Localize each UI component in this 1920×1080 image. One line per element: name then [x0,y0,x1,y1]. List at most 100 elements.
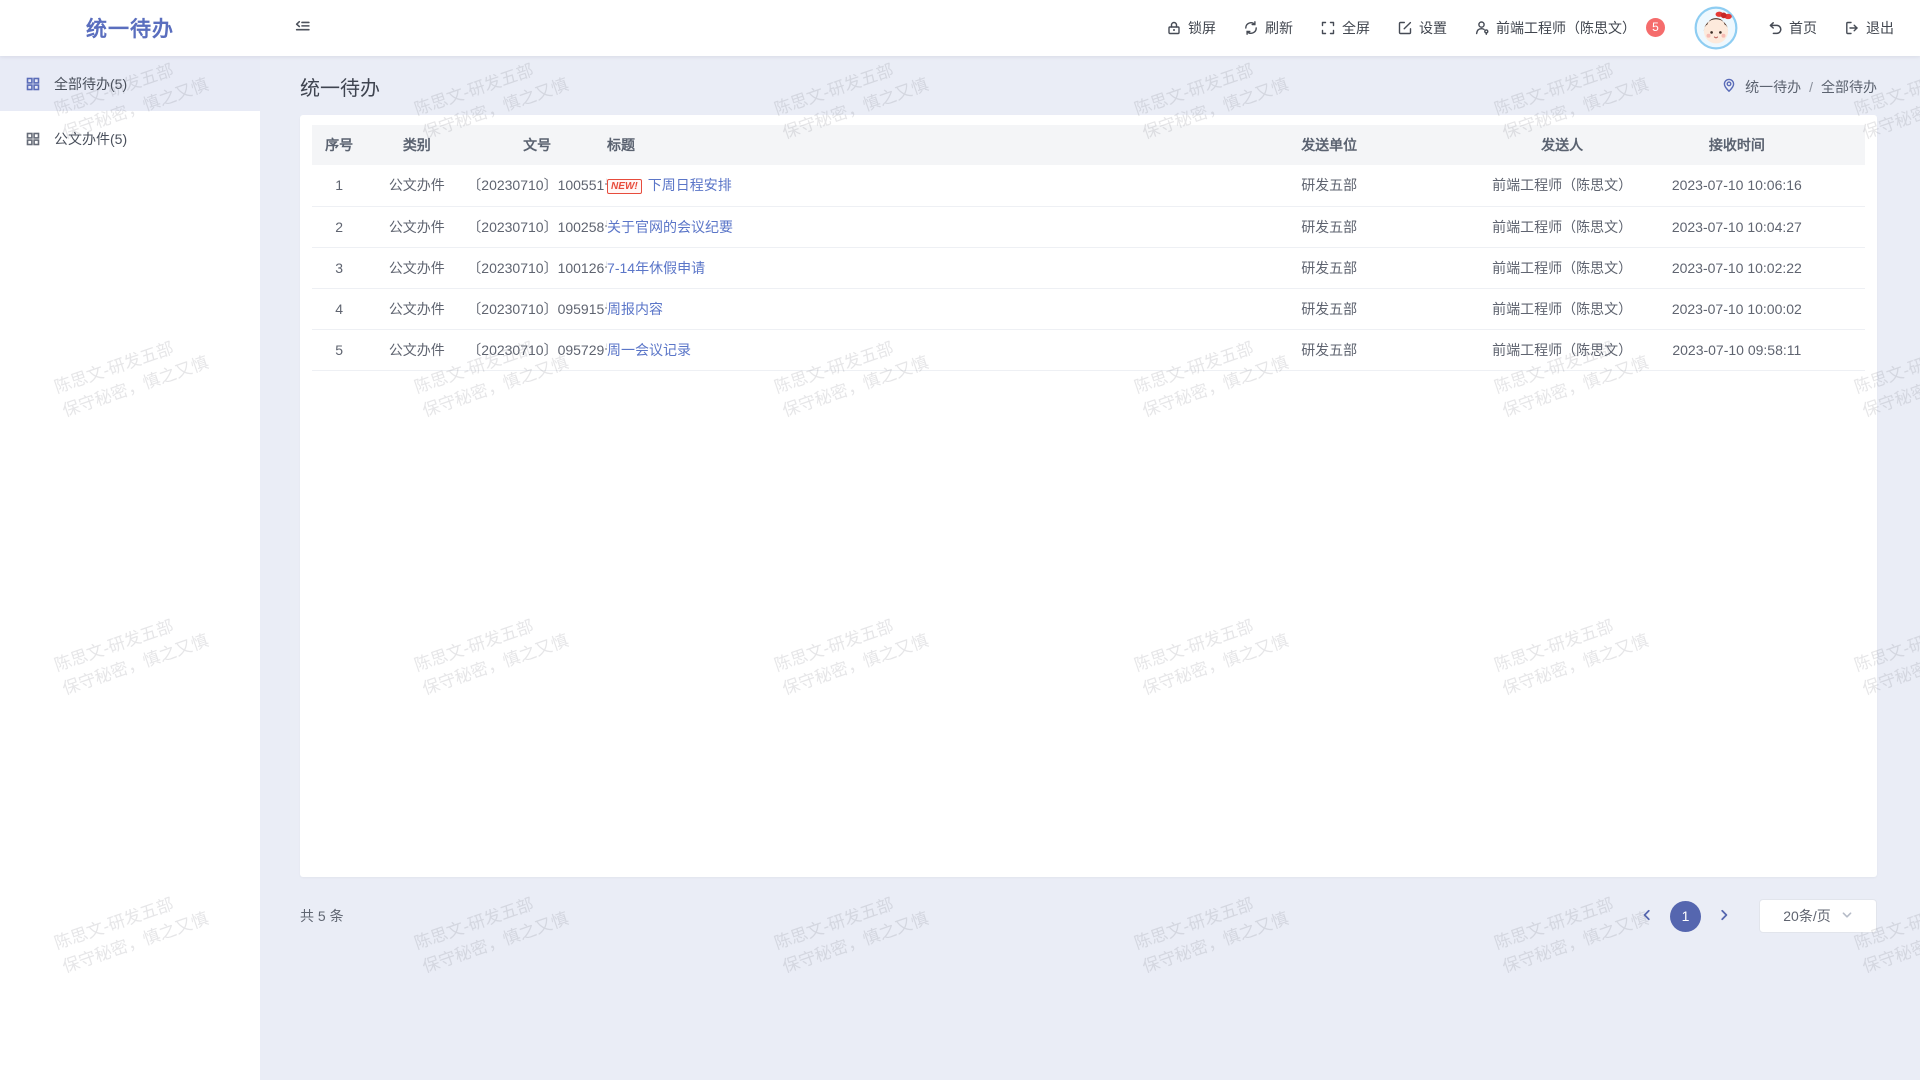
table-row: 2 公文办件 〔20230710〕100258号 关于官网的会议纪要 研发五部 … [312,206,1865,247]
cell-title: 周报内容 [607,288,1197,329]
cell-category: 公文办件 [366,329,467,370]
cell-sender: 前端工程师（陈思文） [1461,206,1663,247]
user-name: 前端工程师（陈思文） [1496,18,1636,38]
lock-screen-button[interactable]: 锁屏 [1166,18,1216,38]
doc-title-link[interactable]: 关于官网的会议纪要 [607,219,733,235]
main-area: 全部待办(5) 公文办件(5) 统一待办 [0,56,1920,1080]
col-sender: 发送人 [1461,125,1663,165]
sidebar-item-all-todos[interactable]: 全部待办(5) [0,56,260,111]
prev-page-button[interactable] [1636,904,1658,929]
cell-no: 2 [312,206,366,247]
menu-fold-icon [294,18,311,38]
sidebar-collapse-button[interactable] [290,14,315,42]
cell-spacer [1811,206,1865,247]
table-row: 3 公文办件 〔20230710〕100126号 7-14年休假申请 研发五部 … [312,247,1865,288]
table-header-row: 序号 类别 文号 标题 发送单位 发送人 接收时间 [312,125,1865,165]
logo: 统一待办 [0,13,260,43]
settings-edit-icon [1397,20,1413,36]
logout-icon [1844,20,1860,36]
doc-title-link[interactable]: 周一会议记录 [607,342,691,358]
refresh-icon [1243,20,1259,36]
sidebar-item-label: 全部待办(5) [54,74,127,94]
cell-title: 周一会议记录 [607,329,1197,370]
breadcrumb-separator: / [1809,79,1813,95]
doc-title-link[interactable]: 7-14年休假申请 [607,260,705,276]
cell-sender: 前端工程师（陈思文） [1461,329,1663,370]
cell-unit: 研发五部 [1197,165,1461,206]
cell-unit: 研发五部 [1197,206,1461,247]
content: 统一待办 统一待办 / 全部待办 [260,56,1920,1080]
avatar[interactable] [1694,6,1738,50]
grid-icon [25,131,41,147]
total-count: 共 5 条 [300,906,344,926]
todo-table: 序号 类别 文号 标题 发送单位 发送人 接收时间 1 公文办件 〔202307… [312,125,1865,371]
col-unit: 发送单位 [1197,125,1461,165]
fullscreen-button[interactable]: 全屏 [1320,18,1370,38]
sidebar-item-label: 公文办件(5) [54,129,127,149]
cell-doc-no: 〔20230710〕100551号 [467,165,607,206]
col-title: 标题 [607,125,1197,165]
cell-title: 关于官网的会议纪要 [607,206,1197,247]
cell-doc-no: 〔20230710〕100258号 [467,206,607,247]
home-label: 首页 [1789,18,1817,38]
todo-count-badge: 5 [1646,18,1665,37]
cell-spacer [1811,329,1865,370]
fullscreen-icon [1320,20,1336,36]
cell-doc-no: 〔20230710〕095729号 [467,329,607,370]
lock-screen-label: 锁屏 [1188,18,1216,38]
logout-button[interactable]: 退出 [1844,18,1894,38]
table-row: 1 公文办件 〔20230710〕100551号 NEW!下周日程安排 研发五部… [312,165,1865,206]
sidebar: 全部待办(5) 公文办件(5) [0,56,260,1080]
cell-unit: 研发五部 [1197,288,1461,329]
page-size-select[interactable]: 20条/页 [1759,899,1877,933]
cell-spacer [1811,165,1865,206]
cell-spacer [1811,247,1865,288]
doc-title-link[interactable]: 下周日程安排 [648,177,732,193]
cell-spacer [1811,288,1865,329]
settings-button[interactable]: 设置 [1397,18,1447,38]
cell-time: 2023-07-10 10:00:02 [1663,288,1811,329]
cell-category: 公文办件 [366,247,467,288]
col-no: 序号 [312,125,366,165]
user-menu[interactable]: 前端工程师（陈思文） 5 [1474,18,1665,38]
lock-icon [1166,20,1182,36]
cell-category: 公文办件 [366,165,467,206]
col-doc-no: 文号 [467,125,607,165]
location-pin-icon [1721,77,1737,96]
settings-label: 设置 [1419,18,1447,38]
cell-title: NEW!下周日程安排 [607,165,1197,206]
cell-doc-no: 〔20230710〕095915号 [467,288,607,329]
cell-title: 7-14年休假申请 [607,247,1197,288]
cell-time: 2023-07-10 09:58:11 [1663,329,1811,370]
cell-no: 4 [312,288,366,329]
cell-unit: 研发五部 [1197,329,1461,370]
breadcrumb: 统一待办 / 全部待办 [1721,77,1877,97]
sidebar-item-official-docs[interactable]: 公文办件(5) [0,111,260,166]
home-button[interactable]: 首页 [1767,18,1817,38]
breadcrumb-root[interactable]: 统一待办 [1745,77,1801,97]
col-category: 类别 [366,125,467,165]
cell-no: 3 [312,247,366,288]
page-1-button[interactable]: 1 [1670,901,1701,932]
page-title: 统一待办 [300,72,380,101]
chevron-left-icon [1640,908,1654,925]
content-header: 统一待办 统一待办 / 全部待办 [300,72,1877,101]
col-spacer [1811,125,1865,165]
fullscreen-label: 全屏 [1342,18,1370,38]
table-row: 4 公文办件 〔20230710〕095915号 周报内容 研发五部 前端工程师… [312,288,1865,329]
cell-sender: 前端工程师（陈思文） [1461,165,1663,206]
top-bar: 统一待办 [0,0,1920,56]
topbar-actions: 锁屏 刷新 [1166,6,1920,50]
cell-time: 2023-07-10 10:04:27 [1663,206,1811,247]
cell-no: 5 [312,329,366,370]
cell-time: 2023-07-10 10:02:22 [1663,247,1811,288]
grid-icon [25,76,41,92]
cell-sender: 前端工程师（陈思文） [1461,288,1663,329]
table-body: 1 公文办件 〔20230710〕100551号 NEW!下周日程安排 研发五部… [312,165,1865,370]
cell-time: 2023-07-10 10:06:16 [1663,165,1811,206]
doc-title-link[interactable]: 周报内容 [607,301,663,317]
app-root: 统一待办 [0,0,1920,1080]
cell-category: 公文办件 [366,288,467,329]
refresh-button[interactable]: 刷新 [1243,18,1293,38]
next-page-button[interactable] [1713,904,1735,929]
